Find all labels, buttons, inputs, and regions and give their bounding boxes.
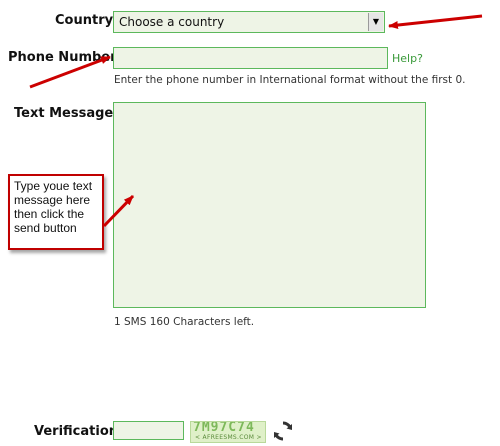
text-message-textarea[interactable]	[113, 102, 426, 308]
verification-input[interactable]	[113, 421, 184, 440]
captcha-brand: < AFREESMS.COM >	[195, 434, 262, 441]
help-link[interactable]: Help?	[392, 52, 423, 65]
verification-label: Verification	[34, 424, 119, 439]
country-label: Country	[55, 13, 114, 28]
refresh-icon[interactable]	[271, 419, 295, 443]
captcha-image: 7M97C74 < AFREESMS.COM >	[190, 421, 266, 443]
phone-hint: Enter the phone number in International …	[114, 74, 466, 86]
dropdown-arrow-icon[interactable]: ▼	[368, 13, 383, 31]
text-message-label: Text Message	[14, 106, 114, 121]
country-select[interactable]: Choose a country ▼	[113, 11, 385, 33]
instruction-callout: Type youe text message here then click t…	[8, 174, 104, 250]
captcha-code: 7M97C74	[193, 421, 255, 435]
sms-counter: 1 SMS 160 Characters left.	[114, 316, 255, 328]
country-select-value: Choose a country	[119, 15, 225, 29]
arrow-to-country	[388, 14, 483, 30]
phone-number-label: Phone Number	[8, 50, 117, 65]
phone-number-input[interactable]	[113, 47, 388, 69]
